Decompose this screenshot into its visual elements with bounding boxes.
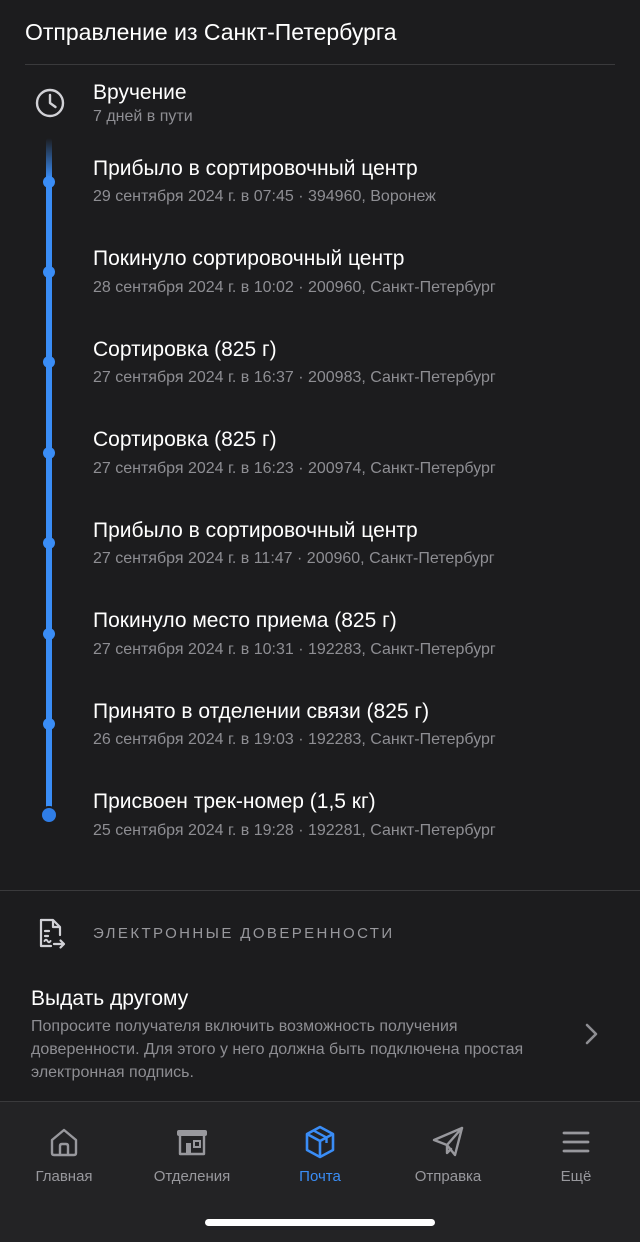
home-icon [50,1128,78,1157]
tab-label: Ещё [560,1168,592,1185]
delegate-proxy-row[interactable]: Выдать другому Попросите получателя вклю… [0,975,640,1095]
page-title: Отправление из Санкт-Петербурга [25,19,397,45]
tab-label: Отделения [153,1168,231,1185]
event-title: Покинуло сортировочный центр [93,247,405,270]
event-meta: 25 сентября 2024 г. в 19:28 · 192281, Са… [93,822,496,839]
clock-icon [35,88,65,118]
document-share-icon [39,918,66,949]
event-meta: 27 сентября 2024 г. в 10:31 · 192283, Са… [93,641,496,658]
event-meta: 27 сентября 2024 г. в 11:47 · 200960, Са… [93,550,495,567]
delegate-title: Выдать другому [31,987,189,1010]
tab-label: Главная [35,1168,93,1185]
event-title: Покинуло место приема (825 г) [93,609,397,632]
chevron-right-icon [585,1023,598,1045]
menu-icon [562,1131,590,1153]
tab-home[interactable]: Главная [0,1102,128,1202]
tab-more[interactable]: Ещё [512,1102,640,1202]
event-title: Сортировка (825 г) [93,338,277,361]
event-meta: 27 сентября 2024 г. в 16:23 · 200974, Са… [93,460,496,477]
timeline-dot [43,628,55,640]
timeline-dot [43,266,55,278]
delegate-description: Попросите получателя включить возможност… [31,1018,524,1081]
store-icon [177,1130,207,1156]
timeline-dot [43,356,55,368]
days-in-transit: 7 дней в пути [93,108,193,125]
tab-label: Отправка [414,1168,482,1185]
event-title: Присвоен трек-номер (1,5 кг) [93,790,376,813]
parcel-icon [305,1125,335,1159]
section-divider [0,890,640,891]
proxies-heading: ЭЛЕКТРОННЫЕ ДОВЕРЕННОСТИ [93,925,395,942]
event-meta: 29 сентября 2024 г. в 07:45 · 394960, Во… [93,188,436,205]
timeline-line [46,138,52,818]
timeline-dot [43,447,55,459]
event-meta: 27 сентября 2024 г. в 16:37 · 200983, Са… [93,369,496,386]
event-title: Сортировка (825 г) [93,428,277,451]
event-title: Прибыло в сортировочный центр [93,519,418,542]
tab-mail[interactable]: Почта [256,1102,384,1202]
timeline-dot [43,718,55,730]
event-meta: 26 сентября 2024 г. в 19:03 · 192283, Са… [93,731,496,748]
event-title: Принято в отделении связи (825 г) [93,700,430,723]
tab-offices[interactable]: Отделения [128,1102,256,1202]
home-indicator [205,1219,435,1226]
timeline-dot [43,176,55,188]
tab-label: Почта [299,1168,341,1185]
tab-send[interactable]: Отправка [384,1102,512,1202]
event-title: Прибыло в сортировочный центр [93,157,418,180]
send-icon [432,1126,464,1157]
header-divider [25,64,615,65]
delivery-status: Вручение [93,81,187,104]
timeline-dot [42,808,56,822]
event-meta: 28 сентября 2024 г. в 10:02 · 200960, Са… [93,279,496,296]
timeline-dot [43,537,55,549]
